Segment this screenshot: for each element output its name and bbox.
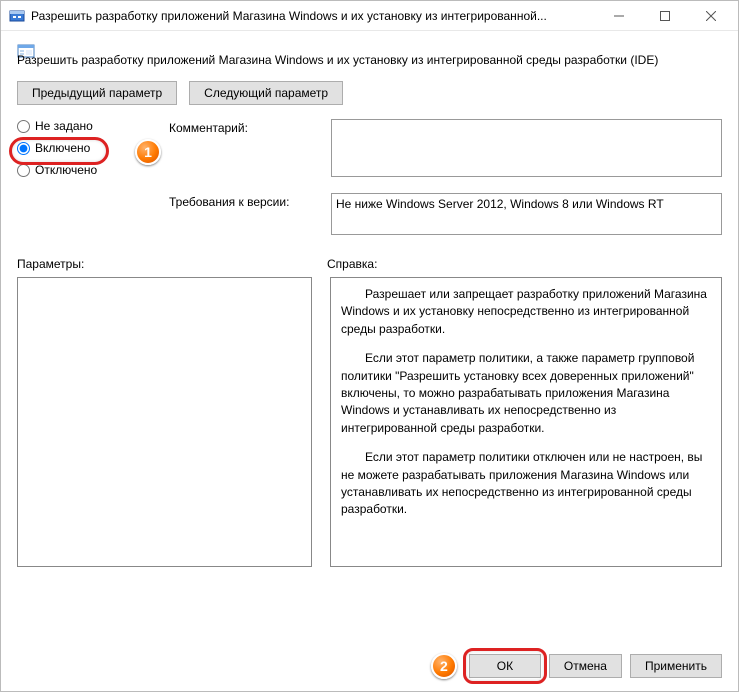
footer-buttons: 2 ОК Отмена Применить <box>431 653 722 679</box>
params-label: Параметры: <box>17 257 327 271</box>
maximize-button[interactable] <box>642 1 688 31</box>
requirements-label: Требования к версии: <box>169 193 319 209</box>
radio-enabled-label[interactable]: Включено <box>35 141 90 155</box>
window-buttons <box>596 1 734 31</box>
apply-button[interactable]: Применить <box>630 654 722 678</box>
comment-field[interactable] <box>331 119 722 177</box>
help-label: Справка: <box>327 257 722 271</box>
annotation-badge-1: 1 <box>135 139 161 165</box>
radio-enabled[interactable] <box>17 142 30 155</box>
help-p3: Если этот параметр политики отключен или… <box>341 449 711 519</box>
minimize-button[interactable] <box>596 1 642 31</box>
help-p2: Если этот параметр политики, а также пар… <box>341 350 711 437</box>
close-button[interactable] <box>688 1 734 31</box>
radio-disabled[interactable] <box>17 164 30 177</box>
window-title: Разрешить разработку приложений Магазина… <box>31 9 596 23</box>
titlebar: Разрешить разработку приложений Магазина… <box>1 1 738 31</box>
params-panel[interactable] <box>17 277 312 567</box>
ok-button[interactable]: ОК <box>469 654 541 678</box>
app-icon <box>9 8 25 24</box>
policy-title: Разрешить разработку приложений Магазина… <box>17 53 722 67</box>
comment-label: Комментарий: <box>169 119 319 135</box>
radio-not-configured[interactable] <box>17 120 30 133</box>
radio-disabled-label[interactable]: Отключено <box>35 163 97 177</box>
annotation-badge-2: 2 <box>431 653 457 679</box>
help-p1: Разрешает или запрещает разработку прило… <box>341 286 711 338</box>
cancel-button[interactable]: Отмена <box>549 654 622 678</box>
next-setting-button[interactable]: Следующий параметр <box>189 81 343 105</box>
radio-not-configured-label[interactable]: Не задано <box>35 119 93 133</box>
previous-setting-button[interactable]: Предыдущий параметр <box>17 81 177 105</box>
requirements-field <box>331 193 722 235</box>
state-radios: Не задано Включено Отключено 1 <box>17 119 157 185</box>
help-panel[interactable]: Разрешает или запрещает разработку прило… <box>330 277 722 567</box>
